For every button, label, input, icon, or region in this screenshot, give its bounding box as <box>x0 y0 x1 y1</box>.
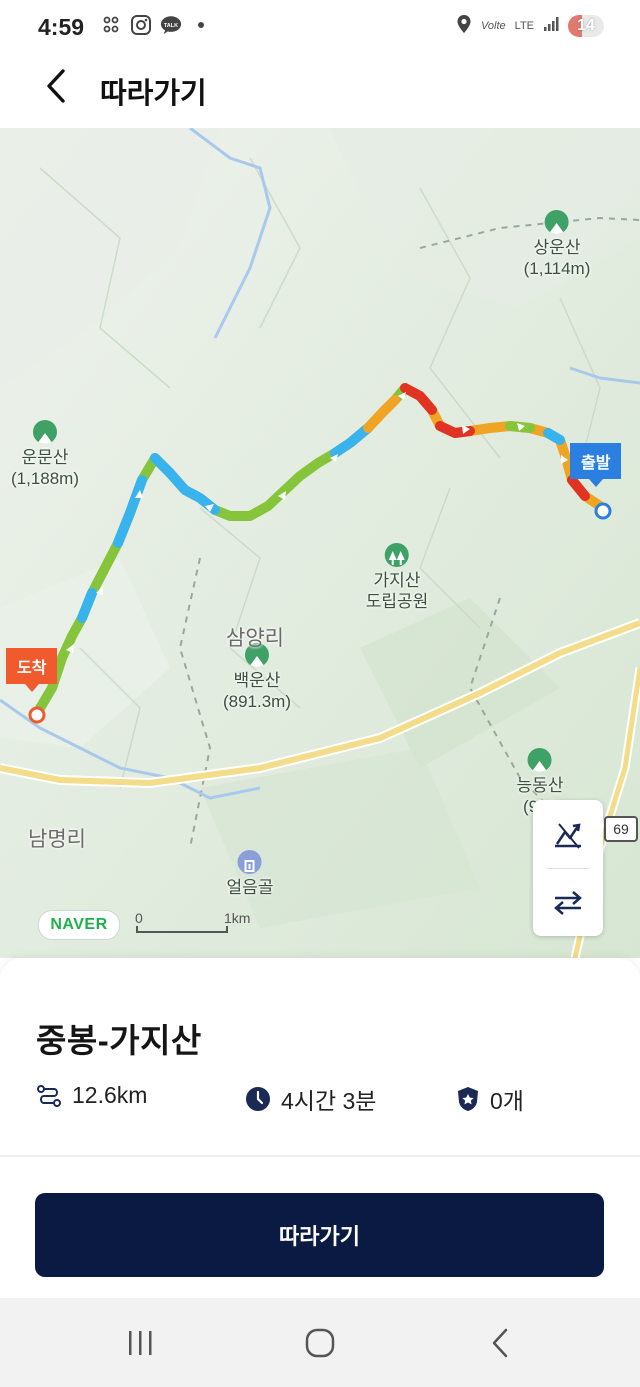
landmark-eoreumgol[interactable]: 얼음골 <box>227 850 273 898</box>
map-controls <box>533 800 603 936</box>
clock-icon <box>246 1087 270 1111</box>
recent-apps-button[interactable] <box>110 1318 170 1368</box>
system-back-icon <box>492 1328 508 1358</box>
end-marker[interactable]: 도착 <box>6 648 58 692</box>
reverse-route-button[interactable] <box>533 870 603 936</box>
start-marker[interactable]: 출발 <box>570 443 622 487</box>
notification-icons: TALK <box>100 14 204 36</box>
course-info-sheet: 중봉-가지산 12.6km 4시간 3분 0개 따라가기 <box>0 958 640 1298</box>
village-label-samyangri: 삼양리 <box>226 627 284 650</box>
landmark-icon <box>237 850 262 874</box>
distance-value: 12.6km <box>72 1082 148 1108</box>
distance-stat: 12.6km <box>36 1082 147 1109</box>
mountain-icon <box>527 748 552 772</box>
lte-label: LTE <box>514 19 534 32</box>
home-button[interactable] <box>290 1318 350 1368</box>
kakaotalk-icon: TALK <box>160 14 182 36</box>
badge-stat: 0개 <box>456 1082 524 1116</box>
route-map[interactable]: 상운산 (1,114m) 운문산 (1,188m) 가지산 도립공원 백운산 (… <box>0 128 640 958</box>
signal-icon <box>543 16 559 35</box>
duration-stat: 4시간 3분 <box>245 1082 376 1116</box>
mountain-icon <box>33 420 57 444</box>
naver-logo: NAVER <box>38 910 120 940</box>
recent-apps-icon <box>129 1331 152 1355</box>
poi-sangunsan[interactable]: 상운산 (1,114m) <box>524 210 590 279</box>
more-notifications-dot <box>198 22 204 28</box>
badge-count: 0개 <box>490 1088 524 1114</box>
poi-gajisan-park[interactable]: 가지산 도립공원 <box>366 543 428 612</box>
badge-shield-icon <box>458 1087 478 1111</box>
back-button[interactable] <box>34 64 78 108</box>
map-scale: 0 1km <box>135 910 250 936</box>
scale-zero: 0 <box>135 910 143 926</box>
mountain-icon <box>544 210 569 234</box>
village-label-nammyeongri: 남명리 <box>28 828 86 851</box>
elevation-icon <box>555 823 581 849</box>
tree-icon <box>385 543 409 567</box>
follow-course-button[interactable]: 따라가기 <box>35 1193 604 1277</box>
status-time: 4:59 <box>38 14 85 40</box>
svg-text:TALK: TALK <box>164 23 178 29</box>
poi-baegunsan[interactable]: 백운산 (891.3m) <box>223 643 291 712</box>
volte-label: Volte <box>480 19 506 32</box>
instagram-icon <box>130 14 152 36</box>
route-distance-icon <box>37 1084 61 1107</box>
system-back-button[interactable] <box>470 1318 530 1368</box>
app-header: 따라가기 <box>0 56 640 128</box>
road-number-badge: 69 <box>604 816 638 842</box>
sheet-divider <box>0 1155 640 1157</box>
back-arrow-icon <box>47 69 65 103</box>
page-title: 따라가기 <box>100 78 207 110</box>
app-grid-icon <box>100 14 122 36</box>
scale-bar <box>136 926 228 933</box>
control-divider <box>547 868 589 869</box>
location-icon <box>456 14 472 37</box>
status-right: Volte LTE 14 <box>456 14 604 37</box>
duration-value: 4시간 3분 <box>281 1088 377 1114</box>
status-bar: 4:59 TALK Volte LTE 14 <box>0 0 640 56</box>
system-navigation-bar <box>0 1298 640 1387</box>
home-icon <box>305 1328 335 1358</box>
scale-unit: 1km <box>224 910 251 926</box>
course-title: 중봉-가지산 <box>36 1022 202 1059</box>
battery-indicator: 14 <box>568 14 604 37</box>
poi-unmunsan[interactable]: 운문산 (1,188m) <box>11 420 79 489</box>
elevation-toggle-button[interactable] <box>533 802 603 868</box>
swap-arrows-icon <box>554 891 582 915</box>
